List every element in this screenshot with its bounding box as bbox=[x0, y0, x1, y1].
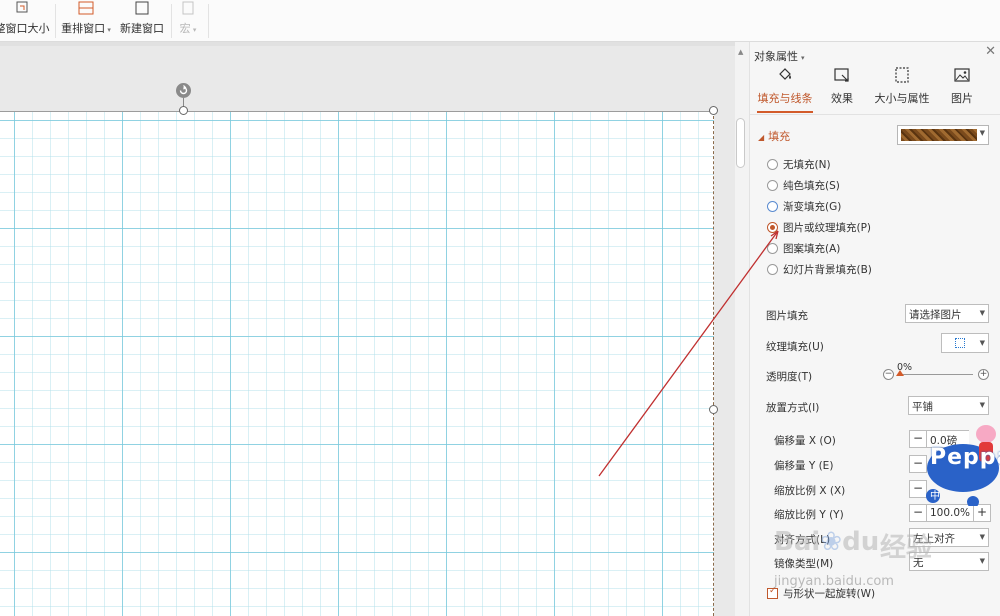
arrange-windows-label: 重排窗口 ▾ bbox=[61, 22, 111, 35]
fill-option-label: 图案填充(A) bbox=[783, 243, 841, 255]
radio-button[interactable] bbox=[767, 180, 778, 191]
fill-option-label: 渐变填充(G) bbox=[783, 201, 842, 213]
tab-effects[interactable]: 效果 bbox=[828, 66, 856, 110]
new-window-label: 新建窗口 bbox=[120, 22, 164, 35]
chevron-down-icon: ▼ bbox=[979, 339, 985, 347]
fill-option-gradient[interactable]: 渐变填充(G) bbox=[767, 199, 841, 214]
transparency-label: 透明度(T) bbox=[766, 371, 813, 383]
tab-label: 图片 bbox=[951, 92, 973, 105]
resize-handle-top-right[interactable] bbox=[709, 106, 718, 115]
workspace-vertical-scrollbar[interactable]: ▲ bbox=[735, 42, 749, 616]
pane-title[interactable]: 对象属性 ▾ bbox=[754, 48, 805, 64]
texture-fill-picker[interactable]: ▼ bbox=[941, 333, 989, 353]
chevron-down-icon: ▼ bbox=[979, 129, 985, 137]
tab-size-and-properties[interactable]: 大小与属性 bbox=[874, 66, 930, 110]
mirror-type-label: 镜像类型(M) bbox=[774, 558, 834, 570]
slide-canvas-grid-texture[interactable] bbox=[0, 111, 714, 616]
placement-label: 放置方式(I) bbox=[766, 402, 820, 414]
fill-section-header[interactable]: ◢ 填充 bbox=[758, 128, 790, 144]
wood-texture-preview bbox=[901, 129, 977, 141]
scale-x-label: 缩放比例 X (X) bbox=[774, 485, 846, 497]
transparency-slider-track[interactable] bbox=[898, 374, 973, 375]
placement-select[interactable]: 平铺 ▼ bbox=[908, 396, 989, 415]
radio-button[interactable] bbox=[767, 264, 778, 275]
close-icon[interactable]: ✕ bbox=[985, 44, 996, 59]
new-window-button[interactable]: 新建窗口 bbox=[119, 0, 165, 40]
baidu-url-text: jingyan.baidu.com bbox=[774, 574, 894, 589]
ribbon-divider bbox=[171, 4, 172, 38]
scale-y-label: 缩放比例 Y (Y) bbox=[774, 509, 844, 521]
scrollbar-thumb[interactable] bbox=[736, 118, 745, 168]
tab-label: 效果 bbox=[831, 92, 853, 105]
transparency-slider-thumb[interactable] bbox=[896, 370, 904, 376]
offset-x-label: 偏移量 X (O) bbox=[774, 435, 836, 447]
chevron-down-icon: ▼ bbox=[979, 309, 985, 317]
peppa-logo-text: Peppa bbox=[930, 445, 1000, 470]
tab-divider bbox=[750, 114, 1000, 115]
fill-bucket-icon bbox=[779, 68, 791, 80]
fill-option-label: 幻灯片背景填充(B) bbox=[783, 264, 872, 276]
peppa-sub-text: 中 bbox=[930, 491, 940, 502]
fill-texture-swatch[interactable]: ▼ bbox=[897, 125, 989, 145]
scroll-up-icon[interactable]: ▲ bbox=[738, 48, 743, 56]
macro-button[interactable]: 宏 ▾ bbox=[175, 0, 201, 40]
chevron-down-icon: ▼ bbox=[979, 401, 985, 409]
workspace-top-strip bbox=[0, 42, 735, 46]
radio-button[interactable] bbox=[767, 201, 778, 212]
transparency-increase-icon[interactable]: + bbox=[978, 369, 989, 380]
resize-window-label: 整窗口大小 bbox=[0, 22, 50, 35]
ribbon-divider bbox=[55, 4, 56, 38]
baidu-logo-text: Bai❀du bbox=[774, 527, 880, 557]
wps-presentation-window: 整窗口大小 重排窗口 ▾ 新建窗口 宏 ▾ ▲ 对象属性 ▾ ✕ 填充与线条 效… bbox=[0, 0, 1000, 616]
resize-handle-top[interactable] bbox=[179, 106, 188, 115]
fill-option-label: 无填充(N) bbox=[783, 159, 831, 171]
active-tab-indicator bbox=[757, 111, 813, 113]
tab-label: 填充与线条 bbox=[757, 92, 813, 105]
slide-workspace bbox=[0, 42, 735, 616]
fill-option-picture-or-texture[interactable]: 图片或纹理填充(P) bbox=[767, 220, 871, 235]
texture-icon bbox=[955, 338, 965, 348]
fill-option-label: 图片或纹理填充(P) bbox=[783, 222, 872, 234]
texture-fill-label: 纹理填充(U) bbox=[766, 341, 824, 353]
checkbox-checked[interactable] bbox=[767, 586, 778, 599]
tab-picture[interactable]: 图片 bbox=[950, 66, 974, 110]
scale-y-stepper[interactable]: − 100.0% + bbox=[909, 504, 992, 522]
tab-label: 大小与属性 bbox=[874, 92, 930, 105]
chevron-down-icon: ▼ bbox=[979, 557, 985, 565]
arrange-windows-button[interactable]: 重排窗口 ▾ bbox=[61, 0, 111, 40]
resize-window-icon bbox=[16, 1, 28, 13]
picture-fill-select[interactable]: 请选择图片 ▼ bbox=[905, 304, 989, 323]
ribbon-toolbar: 整窗口大小 重排窗口 ▾ 新建窗口 宏 ▾ bbox=[0, 0, 1000, 42]
resize-window-button[interactable]: 整窗口大小 bbox=[0, 0, 50, 40]
transparency-decrease-icon[interactable]: − bbox=[883, 369, 894, 380]
radio-button-selected[interactable] bbox=[767, 222, 778, 233]
new-window-icon bbox=[135, 1, 149, 15]
radio-button[interactable] bbox=[767, 159, 778, 170]
picture-fill-label: 图片填充 bbox=[766, 310, 808, 322]
chevron-down-icon: ▼ bbox=[979, 533, 985, 541]
picture-icon bbox=[954, 68, 970, 82]
rotate-handle-icon[interactable] bbox=[176, 83, 191, 98]
chevron-down-icon: ▾ bbox=[801, 54, 805, 62]
baidu-jingyan-text: 经验 bbox=[880, 533, 933, 563]
tab-fill-and-line[interactable]: 填充与线条 bbox=[757, 66, 813, 110]
radio-button[interactable] bbox=[767, 243, 778, 254]
fill-option-solid[interactable]: 纯色填充(S) bbox=[767, 178, 840, 193]
resize-handle-right[interactable] bbox=[709, 405, 718, 414]
fill-option-pattern[interactable]: 图案填充(A) bbox=[767, 241, 840, 256]
effects-icon bbox=[834, 68, 849, 82]
ribbon-divider bbox=[208, 4, 209, 38]
increase-icon[interactable]: + bbox=[973, 504, 992, 522]
macro-label: 宏 ▾ bbox=[179, 22, 197, 35]
size-properties-icon bbox=[895, 67, 909, 83]
offset-y-label: 偏移量 Y (E) bbox=[774, 460, 834, 472]
decrease-icon[interactable]: − bbox=[909, 504, 927, 522]
fill-option-none[interactable]: 无填充(N) bbox=[767, 157, 831, 172]
arrange-windows-icon bbox=[78, 1, 94, 15]
macro-icon bbox=[182, 1, 194, 15]
scale-y-value[interactable]: 100.0% bbox=[927, 504, 974, 522]
collapse-triangle-icon: ◢ bbox=[758, 133, 765, 142]
fill-option-label: 纯色填充(S) bbox=[783, 180, 840, 192]
fill-option-slide-background[interactable]: 幻灯片背景填充(B) bbox=[767, 262, 872, 277]
